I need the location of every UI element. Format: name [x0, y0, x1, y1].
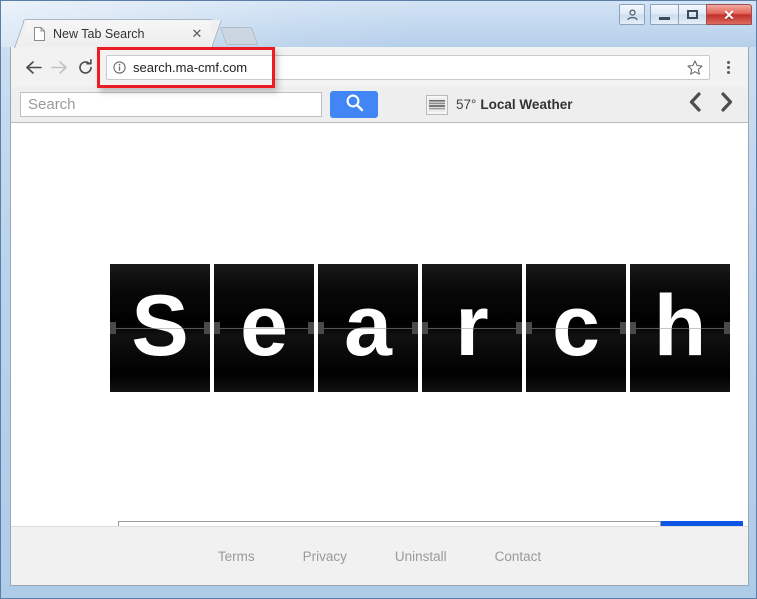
flap-pin-left	[526, 322, 532, 334]
footer-link-contact[interactable]: Contact	[495, 549, 542, 564]
flap-letter: h	[653, 278, 707, 374]
browser-toolbar: search.ma-cmf.com	[10, 47, 749, 87]
tab-title: New Tab Search	[53, 26, 145, 41]
flap-pin-right	[724, 322, 730, 334]
page-footer: Terms Privacy Uninstall Contact	[11, 526, 748, 585]
split-flap-logo: S e a r c h	[110, 264, 730, 392]
flap-hinge	[318, 328, 418, 329]
footer-link-terms[interactable]: Terms	[218, 549, 255, 564]
weather-widget[interactable]: 57° Local Weather	[426, 94, 573, 115]
flap-hinge	[214, 328, 314, 329]
flap-hinge	[630, 328, 730, 329]
chevron-left-icon[interactable]	[688, 92, 703, 117]
browser-window: ✕ New Tab Search ✕ search.ma-cmf.com Sea…	[0, 0, 757, 599]
weather-thumbnail-icon	[426, 94, 448, 115]
window-caption-buttons: ✕	[619, 4, 752, 25]
toolbar-search-input[interactable]: Search	[20, 92, 322, 117]
forward-arrow-icon	[46, 54, 72, 80]
new-tab-button[interactable]	[219, 27, 259, 45]
flap-hinge	[422, 328, 522, 329]
flap-letter: e	[240, 278, 288, 374]
reload-icon[interactable]	[72, 54, 98, 80]
tab-new-tab-search[interactable]: New Tab Search ✕	[23, 19, 213, 47]
flap-tile: h	[630, 264, 730, 392]
toolbar-nav-arrows	[688, 92, 734, 117]
chevron-right-icon[interactable]	[719, 92, 734, 117]
flap-pin-left	[630, 322, 636, 334]
flap-pin-left	[214, 322, 220, 334]
flap-tile: a	[318, 264, 418, 392]
user-account-button[interactable]	[619, 4, 645, 25]
flap-pin-right	[620, 322, 626, 334]
weather-label: Local Weather	[480, 97, 573, 112]
footer-link-uninstall[interactable]: Uninstall	[395, 549, 447, 564]
flap-pin-right	[516, 322, 522, 334]
omnibox[interactable]: search.ma-cmf.com	[106, 54, 710, 80]
tab-close-icon[interactable]: ✕	[190, 26, 204, 41]
weather-temperature: 57°	[456, 97, 477, 112]
minimize-button[interactable]	[650, 4, 679, 25]
flap-tile: S	[110, 264, 210, 392]
flap-letter: S	[131, 278, 189, 374]
maximize-button[interactable]	[678, 4, 707, 25]
extension-search-toolbar: Search 57° Local Weather	[10, 87, 749, 123]
flap-tile: c	[526, 264, 626, 392]
flap-hinge	[110, 328, 210, 329]
three-dot-menu-icon[interactable]	[716, 60, 740, 74]
info-circle-icon[interactable]	[113, 60, 126, 74]
flap-letter: a	[344, 278, 392, 374]
flap-letter: r	[455, 278, 489, 374]
flap-pin-right	[308, 322, 314, 334]
close-icon: ✕	[723, 6, 735, 23]
star-outline-icon[interactable]	[687, 59, 703, 75]
toolbar-search-button[interactable]	[330, 91, 378, 118]
flap-pin-right	[412, 322, 418, 334]
flap-letter: c	[552, 278, 600, 374]
flap-tile: r	[422, 264, 522, 392]
user-icon	[626, 8, 638, 21]
footer-link-privacy[interactable]: Privacy	[303, 549, 347, 564]
flap-pin-left	[318, 322, 324, 334]
flap-pin-right	[204, 322, 210, 334]
flap-hinge	[526, 328, 626, 329]
flap-pin-left	[110, 322, 116, 334]
close-button[interactable]: ✕	[706, 4, 752, 25]
maximize-icon	[687, 10, 698, 19]
back-arrow-icon[interactable]	[20, 54, 46, 80]
minimize-icon	[659, 16, 670, 20]
page-content: S e a r c h Terms Privacy Uninstall Cont…	[10, 123, 749, 586]
toolbar-search-group: Search	[20, 91, 378, 118]
flap-pin-left	[422, 322, 428, 334]
page-icon	[34, 26, 45, 41]
omnibox-url-text[interactable]: search.ma-cmf.com	[133, 60, 681, 75]
flap-tile: e	[214, 264, 314, 392]
magnifier-icon	[345, 93, 364, 117]
